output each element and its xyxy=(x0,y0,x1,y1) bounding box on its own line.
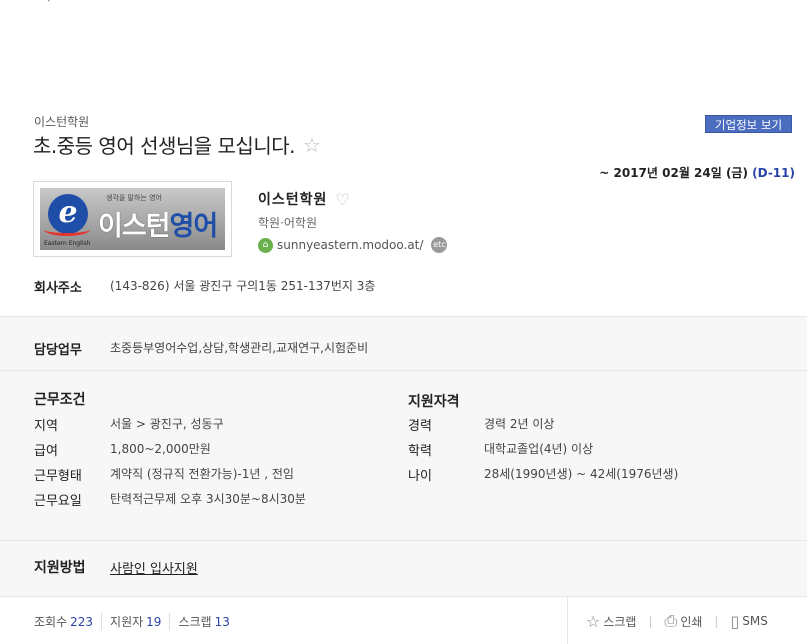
address-label: 회사주소 xyxy=(34,281,82,296)
condition-row: 지역 서울 > 광진구, 성동구 xyxy=(34,415,224,434)
company-name: 이스턴학원 ♡ xyxy=(258,189,351,209)
apply-link[interactable]: 사람인 입사지원 xyxy=(110,558,198,577)
job-title-text: 초.중등 영어 선생님을 모십니다. xyxy=(33,134,296,158)
conditions-heading: 근무조건 xyxy=(34,392,86,408)
qualification-value: 경력 2년 이상 xyxy=(484,417,555,431)
star-icon[interactable]: ☆ xyxy=(303,133,321,157)
scraps-count: 13 xyxy=(214,615,230,629)
sms-button[interactable]: ▯ SMS xyxy=(730,612,767,631)
condition-row: 근무형태 계약직 (정규직 전환가능)-1년 , 전임 xyxy=(34,465,294,484)
stats: 조회수 223 지원자 19 스크랩 13 xyxy=(34,613,238,630)
applicants-stat: 지원자 19 xyxy=(101,613,169,630)
decoration-mark: ` xyxy=(46,0,52,12)
deadline: ~ 2017년 02월 24일 (금) (D-11) xyxy=(599,164,795,181)
qualification-row: 나이 28세(1990년생) ~ 42세(1976년생) xyxy=(408,465,678,484)
apply-row: 지원방법 사람인 입사지원 xyxy=(34,557,198,577)
job-title: 초.중등 영어 선생님을 모십니다. ☆ xyxy=(33,130,321,159)
company-name-small[interactable]: 이스턴학원 xyxy=(34,113,89,130)
logo-wordmark: 이스턴영어 xyxy=(98,204,219,243)
heart-icon[interactable]: ♡ xyxy=(335,190,350,209)
scraps-stat: 스크랩 13 xyxy=(169,613,237,630)
sms-button-label: SMS xyxy=(742,614,768,628)
qualification-row: 경력 경력 2년 이상 xyxy=(408,415,554,434)
logo-e-mark: e xyxy=(44,194,90,236)
logo-wordmark-prefix: 이스턴 xyxy=(98,211,171,242)
qualification-value: 대학교졸업(4년) 이상 xyxy=(484,442,594,456)
printer-icon: ⎙ xyxy=(664,611,678,630)
scrap-button-label: 스크랩 xyxy=(603,614,637,629)
divider: | xyxy=(648,614,653,628)
condition-label: 지역 xyxy=(34,419,58,434)
conditions-section: 근무조건 지역 서울 > 광진구, 성동구 급여 1,800~2,000만원 근… xyxy=(0,370,807,540)
footer: 조회수 223 지원자 19 스크랩 13 ☆ 스크랩 | ⎙ 인쇄 | ▯ SMS xyxy=(0,596,807,644)
home-icon: ⌂ xyxy=(258,237,273,253)
divider: | xyxy=(714,614,719,628)
print-button[interactable]: ⎙ 인쇄 xyxy=(665,611,703,631)
company-category: 학원·어학원 xyxy=(258,216,318,230)
company-logo[interactable]: e 생각을 말하는 영어 이스턴영어 Eastern English xyxy=(33,181,232,257)
condition-value: 계약직 (정규직 전환가능)-1년 , 전임 xyxy=(110,467,294,481)
star-icon: ☆ xyxy=(586,611,601,631)
scraps-label: 스크랩 xyxy=(178,615,212,629)
deadline-date: ~ 2017년 02월 24일 (금) xyxy=(599,166,748,180)
qualification-row: 학력 대학교졸업(4년) 이상 xyxy=(408,440,593,459)
address-value: (143-826) 서울 광진구 구의1동 251-137번지 3층 xyxy=(110,279,376,293)
dday-badge: (D-11) xyxy=(752,166,795,180)
views-stat: 조회수 223 xyxy=(34,613,101,630)
qualification-label: 경력 xyxy=(408,419,432,434)
apply-section: 지원방법 사람인 입사지원 xyxy=(0,540,807,596)
duty-value: 초중등부영어수업,상담,학생관리,교재연구,시험준비 xyxy=(110,341,369,355)
print-button-label: 인쇄 xyxy=(680,614,703,629)
condition-row: 급여 1,800~2,000만원 xyxy=(34,440,211,459)
phone-icon: ▯ xyxy=(730,611,740,631)
scrap-button[interactable]: ☆ 스크랩 xyxy=(586,612,636,631)
duty-row: 담당업무 초중등부영어수업,상담,학생관리,교재연구,시험준비 xyxy=(34,339,368,358)
corp-info-button[interactable]: 기업정보 보기 xyxy=(705,115,792,133)
logo-wordmark-accent: 영어 xyxy=(169,211,219,242)
company-homepage: ⌂ sunnyeastern.modoo.at/ etc xyxy=(258,237,448,253)
condition-value: 탄력적근무제 오후 3시30분~8시30분 xyxy=(110,492,306,506)
condition-row: 근무요일 탄력적근무제 오후 3시30분~8시30분 xyxy=(34,490,306,509)
apply-label: 지원방법 xyxy=(34,560,86,576)
logo-image: e 생각을 말하는 영어 이스턴영어 Eastern English xyxy=(40,188,225,250)
qualification-label: 나이 xyxy=(408,469,432,484)
qualification-value: 28세(1990년생) ~ 42세(1976년생) xyxy=(484,467,679,481)
condition-value: 서울 > 광진구, 성동구 xyxy=(110,417,224,431)
address-row: 회사주소 (143-826) 서울 광진구 구의1동 251-137번지 3층 xyxy=(34,277,375,296)
views-count: 223 xyxy=(70,615,94,629)
condition-label: 근무형태 xyxy=(34,469,82,484)
action-bar: ☆ 스크랩 | ⎙ 인쇄 | ▯ SMS xyxy=(567,597,807,644)
logo-english: Eastern English xyxy=(44,240,91,247)
logo-tagline: 생각을 말하는 영어 xyxy=(106,194,162,202)
condition-label: 급여 xyxy=(34,444,58,459)
views-label: 조회수 xyxy=(34,615,68,629)
condition-value: 1,800~2,000만원 xyxy=(110,442,211,456)
company-url-link[interactable]: sunnyeastern.modoo.at/ xyxy=(277,238,423,252)
applicants-label: 지원자 xyxy=(110,615,144,629)
company-name-text[interactable]: 이스턴학원 xyxy=(258,189,327,209)
qualifications-heading: 지원자격 xyxy=(408,394,460,410)
qualification-label: 학력 xyxy=(408,444,432,459)
applicants-count: 19 xyxy=(146,615,162,629)
etc-icon[interactable]: etc xyxy=(431,237,448,253)
duty-label: 담당업무 xyxy=(34,343,82,358)
condition-label: 근무요일 xyxy=(34,494,82,509)
duty-section: 담당업무 초중등부영어수업,상담,학생관리,교재연구,시험준비 xyxy=(0,316,807,370)
